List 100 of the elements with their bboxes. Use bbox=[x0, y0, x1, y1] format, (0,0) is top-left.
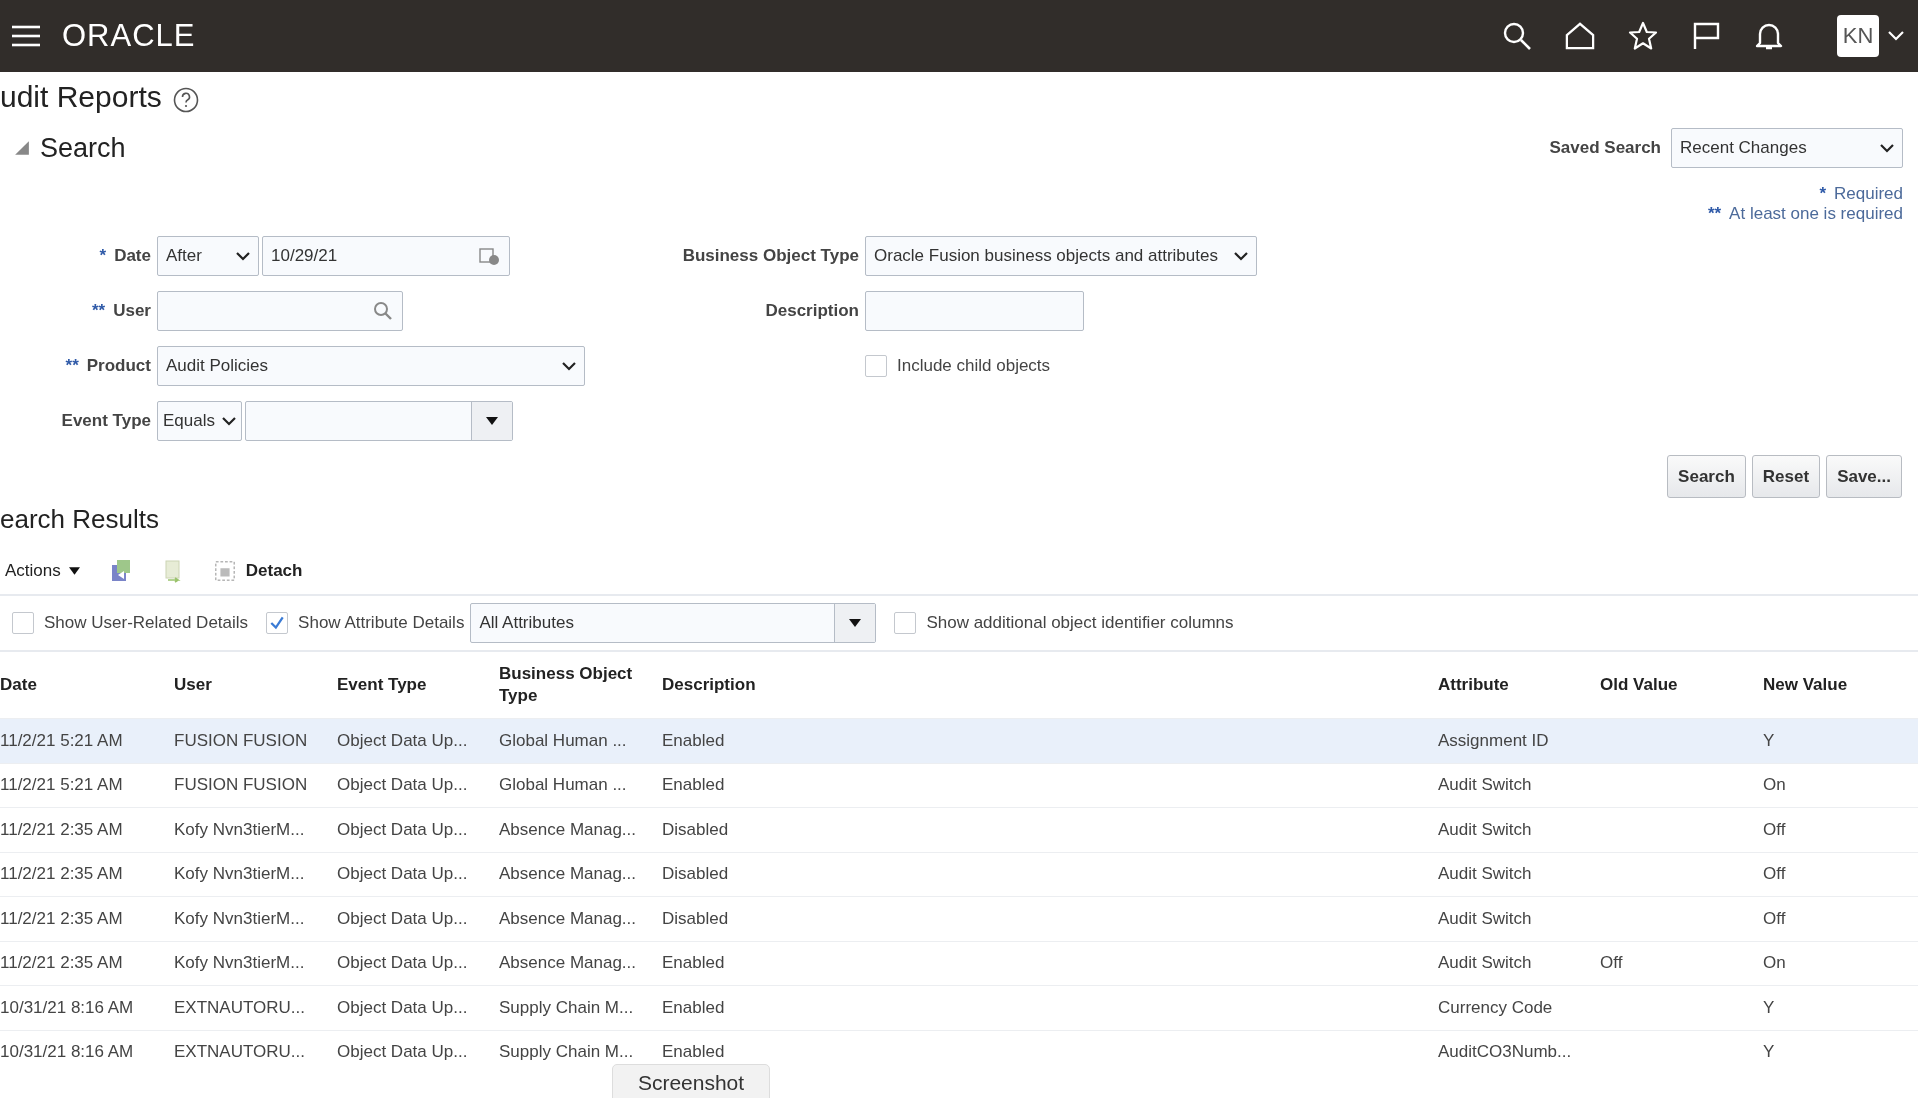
table-cell: Enabled bbox=[662, 1042, 725, 1062]
user-field[interactable] bbox=[157, 291, 403, 331]
column-header[interactable]: User bbox=[174, 652, 337, 719]
option-checkbox[interactable]: Show User-Related Details bbox=[12, 612, 249, 634]
dropdown-arrow-icon[interactable] bbox=[486, 417, 498, 425]
table-cell: Audit Switch bbox=[1438, 953, 1532, 973]
table-cell: EXTNAUTORU... bbox=[174, 997, 305, 1017]
table-cell: Assignment ID bbox=[1438, 730, 1549, 750]
table-cell: Absence Manag... bbox=[499, 864, 637, 884]
user-avatar[interactable]: KN bbox=[1837, 15, 1879, 57]
table-cell: Audit Switch bbox=[1438, 775, 1532, 795]
table-cell: FUSION FUSION bbox=[174, 730, 308, 750]
table-row[interactable]: 11/2/21 2:35 AM Kofy Nvn3tierM... Object Data Up... Absence Manag... Disabled Audit Switch Off bbox=[0, 896, 1918, 941]
actions-menu-button[interactable]: Actions bbox=[5, 561, 80, 581]
star-icon[interactable] bbox=[1628, 21, 1658, 51]
home-icon[interactable] bbox=[1565, 21, 1595, 51]
required-mark: ** bbox=[65, 356, 79, 376]
column-header[interactable]: Business Object Type bbox=[499, 652, 662, 719]
table-cell: Kofy Nvn3tierM... bbox=[174, 908, 305, 928]
checkbox[interactable] bbox=[865, 355, 887, 377]
export-spreadsheet-icon[interactable] bbox=[109, 559, 132, 583]
chevron-down-icon[interactable] bbox=[562, 361, 576, 371]
table-cell: Disabled bbox=[662, 864, 729, 884]
attribute-filter-combobox[interactable]: All Attributes bbox=[470, 603, 877, 643]
operator-select[interactable]: After bbox=[157, 236, 259, 276]
calendar-icon[interactable] bbox=[479, 246, 501, 266]
menu-icon[interactable] bbox=[12, 25, 40, 47]
column-header[interactable]: Event Type bbox=[337, 652, 499, 719]
chevron-down-icon[interactable] bbox=[1234, 251, 1248, 261]
chevron-down-icon[interactable] bbox=[222, 416, 236, 426]
table-row[interactable]: 11/2/21 2:35 AM Kofy Nvn3tierM... Object Data Up... Absence Manag... Disabled Audit Switch Off bbox=[0, 852, 1918, 897]
table-cell: FUSION FUSION bbox=[174, 775, 308, 795]
table-cell: Audit Switch bbox=[1438, 864, 1532, 884]
table-cell: Object Data Up... bbox=[337, 1042, 468, 1062]
table-cell: Global Human ... bbox=[499, 775, 627, 795]
table-cell: Object Data Up... bbox=[337, 908, 468, 928]
search-icon[interactable] bbox=[1502, 21, 1532, 51]
field-label: User bbox=[113, 301, 151, 321]
table-cell: Absence Manag... bbox=[499, 908, 637, 928]
checkbox[interactable] bbox=[266, 612, 289, 634]
table-cell: 11/2/21 2:35 AM bbox=[0, 953, 123, 973]
table-cell: Global Human ... bbox=[499, 730, 627, 750]
table-cell: Object Data Up... bbox=[337, 730, 468, 750]
table-row[interactable]: 10/31/21 8:16 AM EXTNAUTORU... Object Data Up... Supply Chain M... Enabled Currency Code Y bbox=[0, 985, 1918, 1030]
table-cell: Enabled bbox=[662, 775, 725, 795]
flag-icon[interactable] bbox=[1691, 21, 1721, 51]
table-cell: Off bbox=[1763, 819, 1786, 839]
table-cell: On bbox=[1763, 953, 1786, 973]
chevron-down-icon[interactable] bbox=[1880, 143, 1894, 153]
column-header[interactable]: Attribute bbox=[1438, 652, 1600, 719]
table-cell: Absence Manag... bbox=[499, 953, 637, 973]
table-row[interactable]: 11/2/21 5:21 AM FUSION FUSION Object Data Up... Global Human ... Enabled Audit Switch On bbox=[0, 763, 1918, 808]
table-row[interactable]: 11/2/21 2:35 AM Kofy Nvn3tierM... Object Data Up... Absence Manag... Enabled Audit Switch Off On bbox=[0, 941, 1918, 986]
dropdown-arrow-icon[interactable] bbox=[849, 619, 862, 627]
saved-search-select[interactable]: Recent Changes bbox=[1671, 128, 1903, 168]
table-cell: 11/2/21 2:35 AM bbox=[0, 908, 123, 928]
column-header[interactable]: Date bbox=[0, 652, 174, 719]
action-button[interactable]: Search bbox=[1667, 455, 1746, 498]
table-row[interactable]: 11/2/21 5:21 AM FUSION FUSION Object Data Up... Global Human ... Enabled Assignment ID Y bbox=[0, 718, 1918, 763]
chevron-down-icon[interactable] bbox=[236, 251, 250, 261]
date-field[interactable]: 10/29/21 bbox=[262, 236, 510, 276]
option-checkbox[interactable]: Show additional object identifier columns bbox=[894, 612, 1234, 634]
column-header[interactable]: New Value bbox=[1763, 652, 1918, 719]
table-cell: Audit Switch bbox=[1438, 908, 1532, 928]
bell-icon[interactable] bbox=[1754, 21, 1784, 51]
required-note: Required bbox=[1834, 184, 1903, 204]
field-label: Saved Search bbox=[1549, 138, 1661, 158]
field-label: Product bbox=[86, 356, 151, 376]
table-cell: Audit Switch bbox=[1438, 819, 1532, 839]
logo[interactable]: ORACLE bbox=[62, 18, 196, 54]
table-cell: Y bbox=[1763, 730, 1775, 750]
action-button[interactable]: Reset bbox=[1751, 455, 1821, 498]
table-cell: Off bbox=[1763, 864, 1786, 884]
disclosure-triangle-icon[interactable] bbox=[14, 140, 30, 156]
action-button[interactable]: Save... bbox=[1826, 455, 1902, 498]
required-note: At least one is required bbox=[1729, 204, 1903, 224]
table-cell: 10/31/21 8:16 AM bbox=[0, 997, 134, 1017]
include-child-objects-checkbox[interactable]: Include child objects bbox=[865, 355, 1051, 377]
column-header[interactable]: Old Value bbox=[1600, 652, 1763, 719]
column-header[interactable]: Description bbox=[662, 652, 1438, 719]
required-mark: * bbox=[1819, 184, 1826, 204]
table-cell: 11/2/21 2:35 AM bbox=[0, 819, 123, 839]
table-cell: 10/31/21 8:16 AM bbox=[0, 1042, 134, 1062]
dropdown-arrow-icon[interactable] bbox=[68, 567, 80, 575]
checkbox[interactable] bbox=[12, 612, 34, 634]
field-label: Business Object Type bbox=[682, 246, 859, 266]
table-cell: Y bbox=[1763, 997, 1775, 1017]
product-select[interactable]: Audit Policies bbox=[157, 346, 585, 386]
operator-select[interactable]: Equals bbox=[157, 401, 242, 441]
checkbox[interactable] bbox=[894, 612, 917, 634]
description-field[interactable] bbox=[865, 291, 1084, 331]
table-cell: Kofy Nvn3tierM... bbox=[174, 953, 305, 973]
help-icon[interactable] bbox=[172, 87, 199, 113]
field-label: Date bbox=[114, 246, 151, 266]
table-row[interactable]: 11/2/21 2:35 AM Kofy Nvn3tierM... Object Data Up... Absence Manag... Disabled Audit Switch Off bbox=[0, 807, 1918, 852]
detach-button[interactable]: Detach bbox=[213, 559, 303, 583]
table-cell: Y bbox=[1763, 1042, 1775, 1062]
business-object-type-select[interactable]: Oracle Fusion business objects and attributes bbox=[865, 236, 1257, 276]
tooltip: Screenshot bbox=[612, 1064, 770, 1098]
option-checkbox[interactable]: Show Attribute Details bbox=[266, 612, 465, 634]
